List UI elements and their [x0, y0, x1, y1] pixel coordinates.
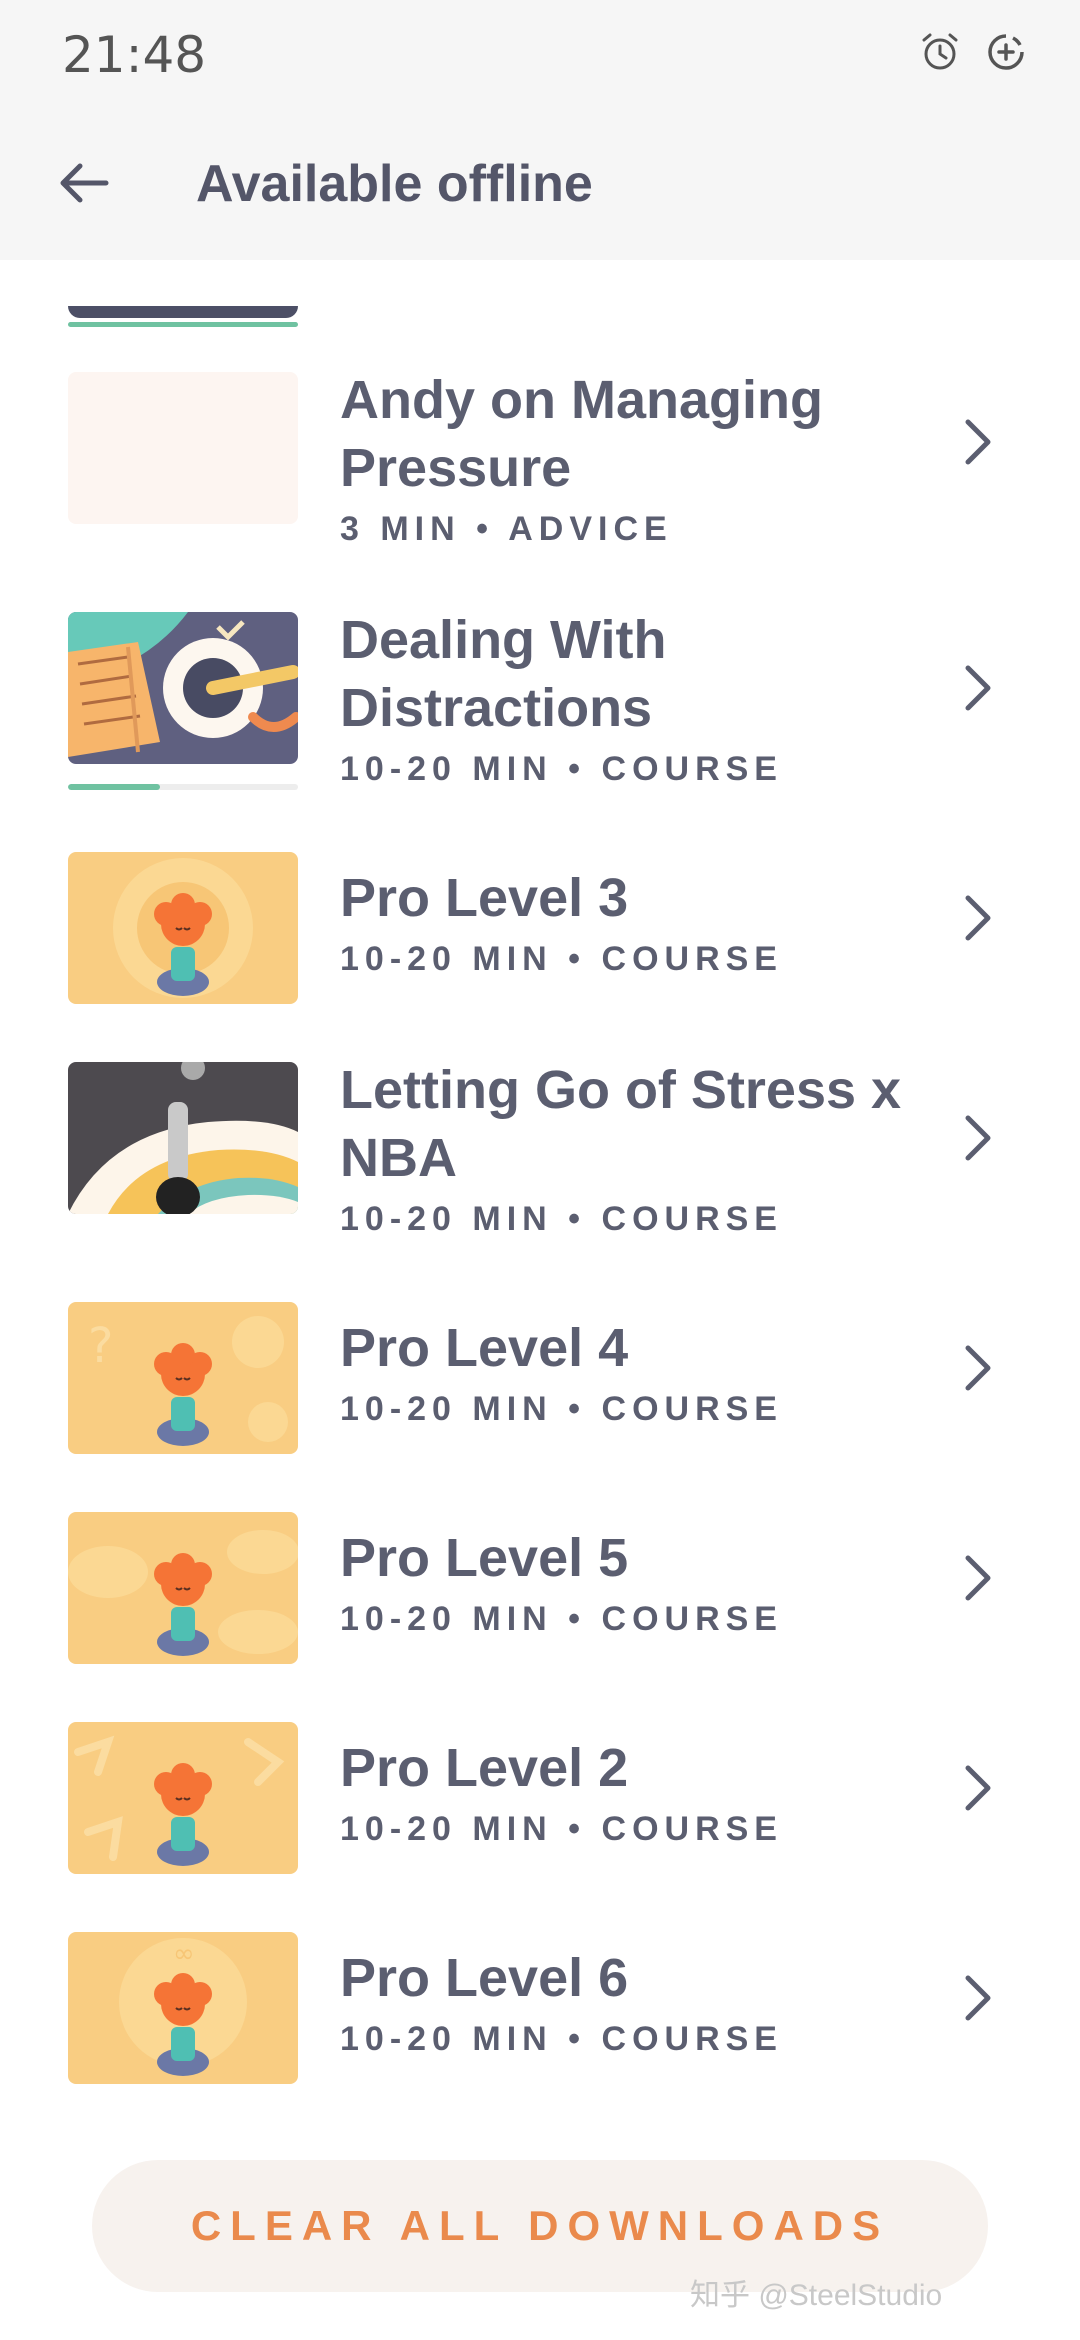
svg-text:?: ? [88, 1318, 113, 1374]
chevron-right-icon [965, 1555, 991, 1601]
progress-bar [68, 784, 298, 790]
item-meta: 10-20 MIN • COURSE [340, 2020, 783, 2058]
chevron-right-icon [965, 1115, 991, 1161]
list-item[interactable]: Dealing With Distractions 10-20 MIN • CO… [0, 610, 1080, 812]
list-item[interactable]: Pro Level 3 10-20 MIN • COURSE [0, 852, 1080, 1052]
list-item[interactable]: Letting Go of Stress x NBA 10-20 MIN • C… [0, 1060, 1080, 1262]
list-item[interactable]: Pro Level 2 10-20 MIN • COURSE [0, 1722, 1080, 1922]
item-meta: 3 MIN • ADVICE [340, 510, 673, 548]
list-item[interactable]: ? Pro Level 4 10-20 MIN • COURSE [0, 1302, 1080, 1502]
app-header: Available offline [0, 108, 1080, 260]
status-icons [918, 30, 1028, 74]
progress-fill [68, 784, 160, 790]
item-title: Letting Go of Stress x NBA [340, 1060, 902, 1188]
item-title: Pro Level 4 [340, 1318, 629, 1378]
chevron-right-icon [965, 1345, 991, 1391]
item-meta: 10-20 MIN • COURSE [340, 1390, 783, 1428]
meditating-character-thumbnail: ∞ [68, 1932, 298, 2084]
chevron-right-icon [965, 1765, 991, 1811]
svg-text:∞: ∞ [173, 1939, 195, 1969]
chevron-right-icon [965, 419, 991, 465]
data-saver-icon [988, 34, 1024, 70]
item-title: Pro Level 3 [340, 868, 629, 928]
item-meta: 10-20 MIN • COURSE [340, 1810, 783, 1848]
item-meta: 10-20 MIN • COURSE [340, 1200, 783, 1238]
progress-bar [68, 322, 298, 327]
partial-list-item[interactable] [68, 306, 298, 330]
basketball-player-thumbnail [68, 1062, 298, 1214]
item-title: Pro Level 6 [340, 1948, 629, 2008]
item-title: Dealing With Distractions [340, 610, 667, 738]
list-item[interactable]: ∞ Pro Level 6 10-20 MIN • COURSE [0, 1932, 1080, 2132]
alarm-icon [922, 33, 958, 70]
page-title: Available offline [196, 155, 593, 213]
clear-all-downloads-label: CLEAR ALL DOWNLOADS [190, 2202, 890, 2249]
meditating-character-thumbnail: ? [68, 1302, 298, 1454]
item-meta: 10-20 MIN • COURSE [340, 1600, 783, 1638]
chevron-right-icon [965, 1975, 991, 2021]
meditating-character-thumbnail [68, 1722, 298, 1874]
blank-thumbnail [68, 372, 298, 524]
item-meta: 10-20 MIN • COURSE [340, 940, 783, 978]
chevron-right-icon [965, 665, 991, 711]
watermark: 知乎 @SteelStudio [690, 2279, 943, 2312]
back-button[interactable] [50, 148, 120, 218]
item-meta: 10-20 MIN • COURSE [340, 750, 783, 788]
list-item[interactable]: Andy on Managing Pressure 3 MIN • ADVICE [0, 370, 1080, 572]
meditating-character-thumbnail [68, 852, 298, 1004]
item-title: Pro Level 2 [340, 1738, 629, 1798]
meditating-character-thumbnail [68, 1512, 298, 1664]
list-item[interactable]: Pro Level 5 10-20 MIN • COURSE [0, 1512, 1080, 1712]
item-title: Pro Level 5 [340, 1528, 629, 1588]
status-bar: 21:48 [0, 0, 1080, 108]
book-and-record-thumbnail [68, 612, 298, 764]
item-title: Andy on Managing Pressure [340, 370, 823, 498]
partial-thumbnail [68, 306, 298, 318]
arrow-left-icon [60, 163, 109, 203]
chevron-right-icon [965, 895, 991, 941]
status-time: 21:48 [62, 26, 207, 84]
